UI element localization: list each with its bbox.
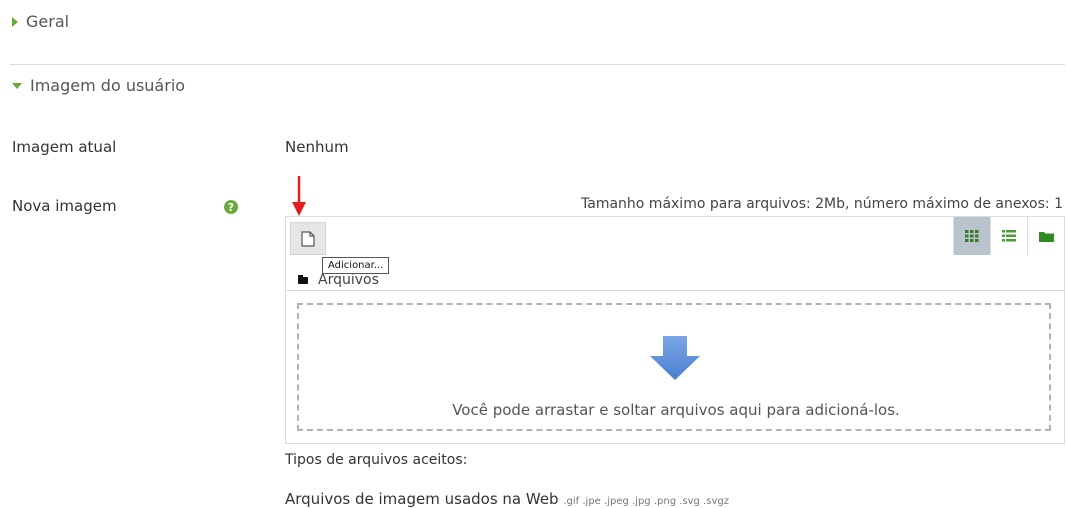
accepted-types-title: Tipos de arquivos aceitos: bbox=[285, 452, 468, 468]
help-icon[interactable]: ? bbox=[224, 200, 238, 214]
current-image-label: Imagem atual bbox=[12, 138, 117, 156]
grid-view-button[interactable] bbox=[953, 217, 990, 255]
collapse-icon bbox=[12, 82, 22, 89]
drop-arrow-icon bbox=[650, 336, 700, 380]
drop-zone-text: Você pode arrastar e soltar arquivos aqu… bbox=[452, 401, 900, 419]
accepted-types-label: Arquivos de imagem usados na Web bbox=[285, 490, 559, 508]
max-size-info: Tamanho máximo para arquivos: 2Mb, númer… bbox=[581, 196, 1063, 212]
current-image-value: Nenhum bbox=[285, 138, 349, 156]
section-imagem-toggle[interactable]: Imagem do usuário bbox=[12, 76, 185, 95]
annotation-arrow-icon bbox=[292, 176, 306, 216]
folder-view-button[interactable] bbox=[1027, 217, 1064, 255]
section-geral-title: Geral bbox=[26, 12, 70, 31]
accepted-types-extensions: .gif .jpe .jpeg .jpg .png .svg .svgz bbox=[563, 496, 729, 507]
folder-path-label: Arquivos bbox=[318, 272, 379, 288]
grid-view-icon bbox=[965, 230, 979, 242]
add-tooltip: Adicionar... bbox=[322, 257, 390, 274]
list-view-icon bbox=[1002, 230, 1016, 242]
folder-view-icon bbox=[1038, 232, 1054, 242]
file-icon bbox=[301, 230, 315, 247]
expand-icon bbox=[12, 16, 18, 27]
file-picker: Arquivos Adicionar... Você pode arrastar… bbox=[285, 216, 1065, 444]
file-picker-toolbar: Arquivos Adicionar... bbox=[286, 217, 1064, 291]
folder-path[interactable]: Arquivos bbox=[298, 272, 379, 288]
drop-zone[interactable]: Você pode arrastar e soltar arquivos aqu… bbox=[297, 303, 1051, 431]
accepted-types-item: Arquivos de imagem usados na Web .gif .j… bbox=[285, 490, 729, 508]
add-file-button[interactable] bbox=[290, 222, 326, 255]
new-image-label: Nova imagem bbox=[12, 197, 117, 215]
section-imagem-title: Imagem do usuário bbox=[30, 76, 186, 95]
section-geral-toggle[interactable]: Geral bbox=[12, 12, 69, 31]
folder-icon bbox=[298, 274, 308, 284]
view-switcher bbox=[953, 217, 1064, 255]
list-view-button[interactable] bbox=[990, 217, 1027, 255]
section-divider bbox=[10, 64, 1065, 65]
